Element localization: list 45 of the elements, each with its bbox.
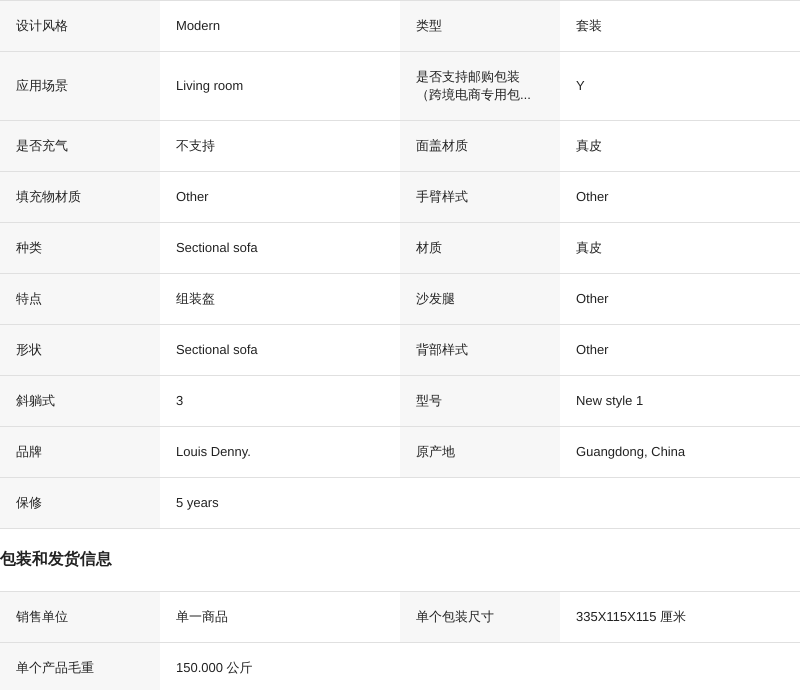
attribute-value: Sectional sofa [176,239,258,257]
attribute-label: 应用场景 [16,77,68,95]
attribute-label: 是否支持邮购包装（跨境电商专用包... [416,68,532,104]
attribute-label: 材质 [416,239,442,257]
attribute-label: 类型 [416,17,442,35]
attribute-value: 单一商品 [176,608,228,626]
attribute-label: 背部样式 [416,341,468,359]
attribute-value: 5 years [176,494,219,512]
attribute-label: 单个产品毛重 [16,659,94,677]
attribute-label: 单个包装尺寸 [416,608,494,626]
attribute-value: Louis Denny. [176,443,251,461]
attribute-label: 斜躺式 [16,392,55,410]
attribute-label: 设计风格 [16,17,68,35]
attribute-value: Modern [176,17,220,35]
attribute-label: 沙发腿 [416,290,455,308]
attribute-label: 销售单位 [16,608,68,626]
attribute-value: Other [176,188,209,206]
attribute-label: 保修 [16,494,42,512]
attribute-label: 手臂样式 [416,188,468,206]
attribute-value: 150.000 公斤 [176,659,253,677]
attribute-label: 是否充气 [16,137,68,155]
attribute-label: 特点 [16,290,42,308]
attribute-value: Y [576,77,585,95]
attribute-value: 套装 [576,17,602,35]
attribute-value: 组装盔 [176,290,215,308]
attribute-value: 真皮 [576,239,602,257]
attribute-value: 335X115X115 厘米 [576,608,686,626]
attribute-value: 3 [176,392,184,410]
attribute-label: 填充物材质 [16,188,81,206]
attribute-label: 型号 [416,392,442,410]
attribute-value: 真皮 [576,137,602,155]
attribute-value: New style 1 [576,392,644,410]
attribute-label: 面盖材质 [416,137,468,155]
attribute-label: 形状 [16,341,42,359]
attribute-value: Sectional sofa [176,341,258,359]
attribute-label: 品牌 [16,443,42,461]
attribute-value: 不支持 [176,137,215,155]
attribute-value: Other [576,290,609,308]
attribute-value: Guangdong, China [576,443,686,461]
attribute-value: Living room [176,77,244,95]
attribute-label: 种类 [16,239,42,257]
attribute-label: 原产地 [416,443,455,461]
section-heading: 包装和发货信息 [0,551,112,568]
attribute-value: Other [576,341,609,359]
attribute-value: Other [576,188,609,206]
